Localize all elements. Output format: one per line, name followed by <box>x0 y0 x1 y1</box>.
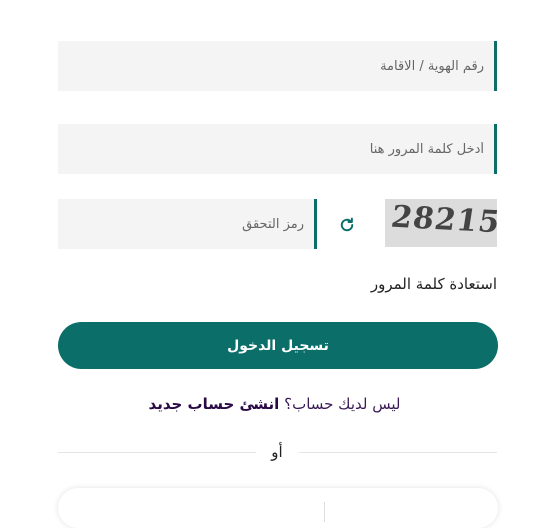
captcha-field[interactable] <box>58 199 317 249</box>
alternative-login-card[interactable] <box>58 488 498 528</box>
refresh-icon <box>340 217 354 232</box>
divider-or-text: أو <box>271 443 283 461</box>
card-separator <box>324 502 325 522</box>
divider-line-right <box>299 452 497 453</box>
forgot-password-link[interactable]: استعادة كلمة المرور <box>371 275 497 293</box>
captcha-input[interactable] <box>58 199 314 249</box>
register-prompt: ليس لديك حساب؟ انشئ حساب جديد <box>0 395 549 413</box>
password-field[interactable] <box>58 124 497 174</box>
captcha-text: 282150 <box>388 199 497 242</box>
register-prompt-text: ليس لديك حساب؟ <box>284 395 401 413</box>
id-number-field[interactable] <box>58 41 497 91</box>
login-button[interactable]: تسجيل الدخول <box>58 322 498 369</box>
captcha-image: 282150 <box>385 199 497 247</box>
password-input[interactable] <box>58 124 494 174</box>
refresh-captcha-button[interactable] <box>334 212 360 238</box>
create-account-link[interactable]: انشئ حساب جديد <box>149 395 280 413</box>
id-number-input[interactable] <box>58 41 494 91</box>
divider-line-left <box>58 452 256 453</box>
